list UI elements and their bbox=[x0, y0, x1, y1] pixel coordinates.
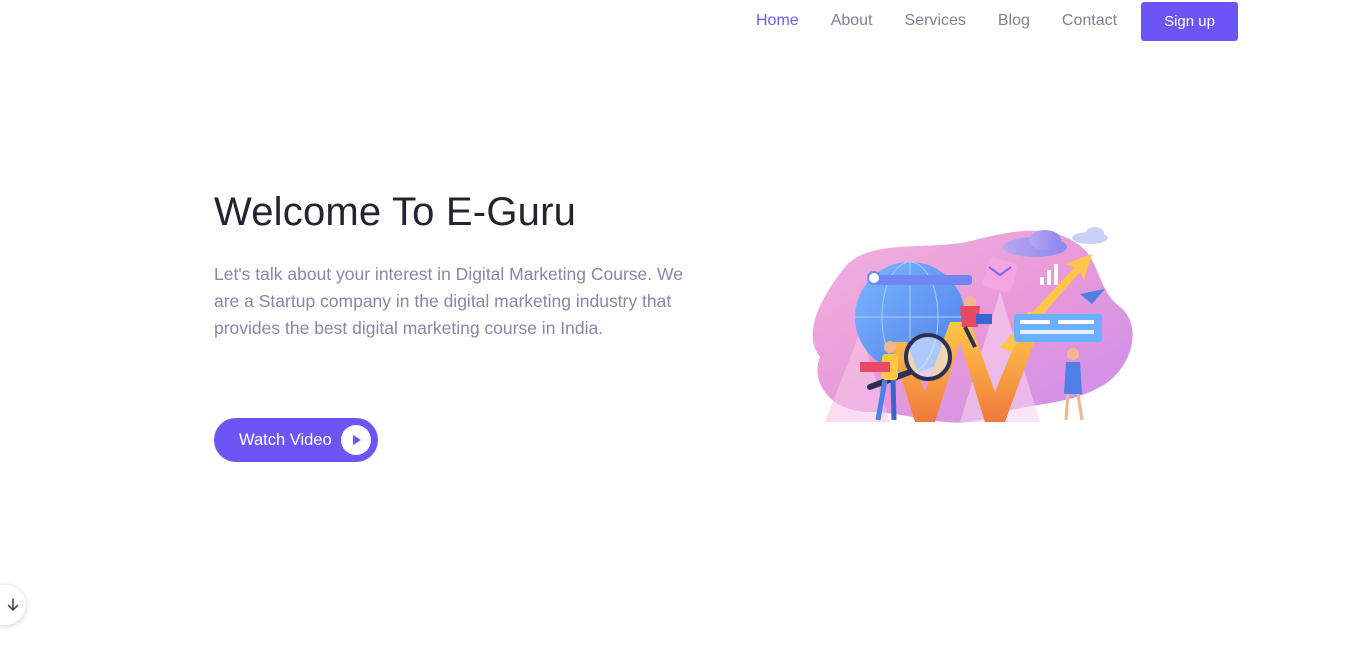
watch-video-label: Watch Video bbox=[239, 430, 332, 449]
nav-links: Home About Services Blog Contact bbox=[740, 0, 1133, 42]
nav-link-about[interactable]: About bbox=[815, 0, 889, 42]
arrow-down-icon[interactable] bbox=[0, 585, 26, 625]
signup-button[interactable]: Sign up bbox=[1141, 2, 1238, 41]
nav-link-contact[interactable]: Contact bbox=[1046, 0, 1133, 42]
nav-link-home[interactable]: Home bbox=[740, 0, 815, 42]
hero-description: Let's talk about your interest in Digita… bbox=[214, 264, 683, 338]
top-nav: Home About Services Blog Contact Sign up bbox=[0, 0, 1355, 42]
play-icon bbox=[341, 425, 371, 455]
watch-video-button[interactable]: Watch Video bbox=[214, 418, 378, 462]
nav-link-blog[interactable]: Blog bbox=[982, 0, 1046, 42]
nav-link-services[interactable]: Services bbox=[889, 0, 982, 42]
hero-title: Welcome To E-Guru bbox=[214, 190, 577, 234]
hero-illustration bbox=[800, 222, 1145, 437]
